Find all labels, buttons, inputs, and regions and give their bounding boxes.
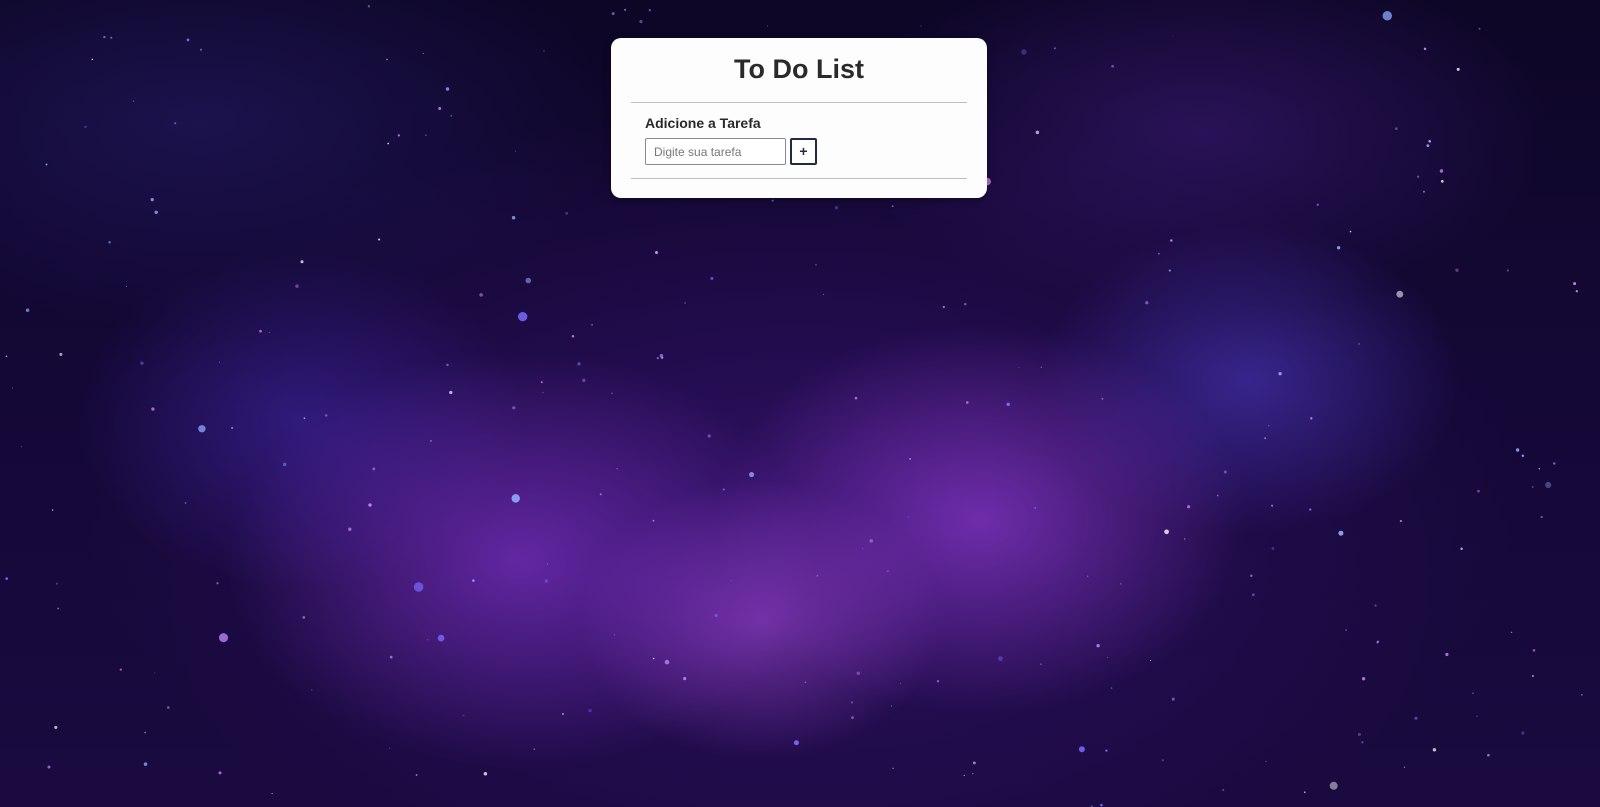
- task-input[interactable]: [645, 138, 786, 165]
- add-task-button[interactable]: +: [790, 138, 817, 165]
- add-task-label: Adicione a Tarefa: [645, 115, 761, 131]
- page-title: To Do List: [734, 54, 864, 84]
- title-divider: [631, 102, 967, 103]
- list-divider: [631, 178, 967, 179]
- todo-card: To Do List Adicione a Tarefa +: [611, 38, 987, 198]
